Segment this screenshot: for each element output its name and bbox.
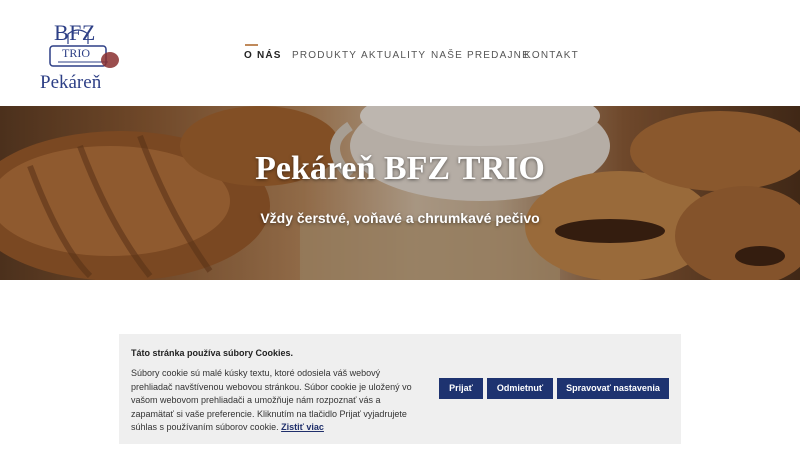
nav-item-nase-predajne[interactable]: NAŠE PREDAJNE: [431, 50, 530, 61]
site-header: BFZ TRIO Pekáreň O NÁS PRODUKTY AKTUALIT…: [0, 0, 800, 106]
reject-button[interactable]: Odmietnuť: [487, 378, 553, 399]
cookie-title: Táto stránka používa súbory Cookies.: [131, 348, 294, 358]
cookie-consent-banner: Táto stránka používa súbory Cookies. Súb…: [119, 334, 681, 444]
accept-button[interactable]: Prijať: [439, 378, 483, 399]
nav-item-kontakt[interactable]: KONTAKT: [524, 50, 579, 61]
hero-overlay: [0, 106, 800, 280]
nav-item-o-nas[interactable]: O NÁS: [244, 44, 282, 61]
logo-text-pekaren: Pekáreň: [40, 72, 102, 93]
nav-item-produkty[interactable]: PRODUKTY: [292, 50, 357, 61]
nav-item-aktuality[interactable]: AKTUALITY: [361, 50, 426, 61]
logo-text-trio: TRIO: [62, 46, 90, 60]
logo-text-bfz: BFZ: [54, 20, 96, 45]
learn-more-link[interactable]: Zistiť viac: [281, 422, 324, 432]
manage-settings-button[interactable]: Spravovať nastavenia: [557, 378, 669, 399]
cookie-text: Súbory cookie sú malé kúsky textu, ktoré…: [131, 367, 423, 435]
hero-banner: Pekáreň BFZ TRIO Vždy čerstvé, voňavé a …: [0, 106, 800, 280]
cookie-description: Súbory cookie sú malé kúsky textu, ktoré…: [131, 368, 412, 432]
logo[interactable]: BFZ TRIO Pekáreň: [38, 16, 128, 96]
hero-subtitle: Vždy čerstvé, voňavé a chrumkavé pečivo: [260, 210, 540, 226]
hero-title: Pekáreň BFZ TRIO: [255, 150, 545, 187]
